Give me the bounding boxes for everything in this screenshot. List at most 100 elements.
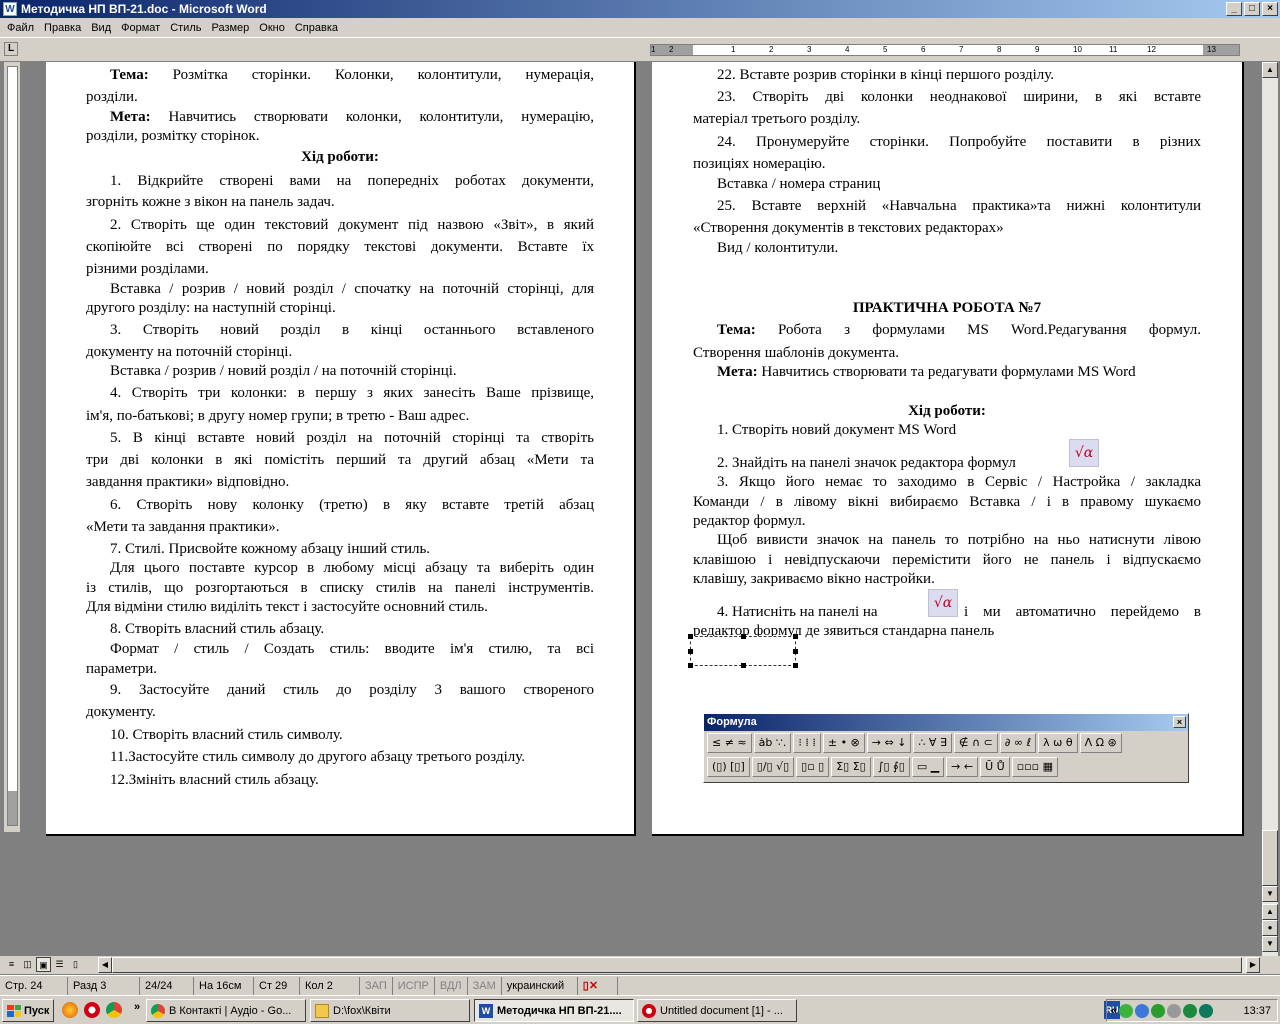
menu-style[interactable]: Стиль <box>165 22 206 34</box>
chrome-icon[interactable] <box>106 1002 122 1018</box>
integrals-palette[interactable]: ∫▯ ∮▯ <box>872 757 910 777</box>
opera-icon <box>642 1003 656 1018</box>
outline-view-icon[interactable]: ☰ <box>52 957 67 972</box>
scroll-left-arrow-icon[interactable]: ◀ <box>98 957 112 973</box>
left-step-6: 6. Створіть нову колонку (третю) в яку в… <box>110 497 594 513</box>
task-word[interactable]: W Методичка НП ВП-21.... <box>474 999 634 1022</box>
fences-palette[interactable]: (▯) [▯] <box>707 757 750 777</box>
quicklaunch-chevron-icon[interactable]: » <box>134 1001 140 1013</box>
ruler-tick: 2 <box>769 45 774 54</box>
tray-antivirus-icon[interactable] <box>1151 1003 1166 1018</box>
window-title: Методичка НП ВП-21.doc - Microsoft Word <box>21 2 267 16</box>
scroll-up-arrow-icon[interactable]: ▲ <box>1262 62 1278 78</box>
greek-upper-palette[interactable]: Λ Ω ⊛ <box>1079 733 1122 753</box>
left-step-1-cont: згорніть кожне з вікон на панель задач. <box>86 194 335 210</box>
equation-object[interactable] <box>688 634 798 668</box>
tab-selector[interactable]: L <box>4 42 18 56</box>
right-step-23-cont: матеріал третього розділу. <box>693 111 861 127</box>
status-page: Стр. 24 <box>0 976 68 995</box>
underbar-overbar-palette[interactable]: ▭ ▁ <box>911 757 945 777</box>
right-step-3-cont: редактор формул. <box>693 513 806 529</box>
firefox-icon[interactable] <box>62 1002 78 1018</box>
left-step-2-cont: скопіюйте всі створені по порядку тексто… <box>86 239 594 255</box>
start-button[interactable]: Пуск <box>2 999 54 1022</box>
menu-format[interactable]: Формат <box>116 22 165 34</box>
vertical-scrollbar[interactable]: ▲ ▼ ▲ ● ▼ <box>1262 62 1278 956</box>
left-step-12: 12.Змініть власний стиль абзацу. <box>110 772 319 788</box>
task-vkontakte[interactable]: В Контакті | Аудіо - Go... <box>146 999 306 1022</box>
menu-bar: Файл Правка Вид Формат Стиль Размер Окно… <box>0 18 1280 38</box>
left-insert-note: Вставка / розрив / новий розділ / спочат… <box>110 281 594 297</box>
matrix-palette[interactable]: ▫▫▫ ▦ <box>1011 757 1058 777</box>
formula-toolbar[interactable]: Формула × ≤ ≠ ≈ ȧb ∵. ⁝ ⁞ ⁞ ± • ⊗ → ⇔ ↓ … <box>703 713 1189 783</box>
task-label: Методичка НП ВП-21.... <box>497 1004 622 1017</box>
horizontal-ruler[interactable]: 1 2 1 2 3 4 5 6 7 8 9 10 11 12 13 <box>650 44 1240 56</box>
labeled-arrows-palette[interactable]: → ← <box>946 757 979 777</box>
scroll-thumb[interactable] <box>1262 830 1278 886</box>
logic-palette[interactable]: ∴ ∀ ∃ <box>913 733 952 753</box>
browse-object-icon[interactable]: ● <box>1262 920 1278 936</box>
status-ovr[interactable]: ЗАМ <box>468 976 502 995</box>
title-bar[interactable]: W Методичка НП ВП-21.doc - Microsoft Wor… <box>0 0 1280 18</box>
tray-network-icon[interactable] <box>1135 1003 1150 1018</box>
horizontal-scrollbar[interactable]: ◀ ▶ <box>98 957 1260 973</box>
print-view-icon[interactable]: ▣ <box>36 957 51 972</box>
menu-edit[interactable]: Правка <box>39 22 86 34</box>
spelling-status-icon[interactable]: ▯✕ <box>578 976 618 995</box>
close-icon[interactable]: × <box>1173 716 1186 728</box>
status-at: На 16см <box>194 976 254 995</box>
menu-window[interactable]: Окно <box>254 22 290 34</box>
next-page-icon[interactable]: ▼ <box>1262 936 1278 952</box>
task-opera-doc[interactable]: Untitled document [1] - ... <box>637 999 797 1022</box>
menu-view[interactable]: Вид <box>86 22 116 34</box>
tray-expand-icon[interactable]: « <box>1111 1005 1117 1017</box>
horizontal-scroll-thumb[interactable] <box>112 957 1242 973</box>
right-step-3-note-cont: клавішою і невідпускаючи перемістити йог… <box>693 552 1201 568</box>
restore-button[interactable]: □ <box>1244 2 1260 16</box>
arrows-palette[interactable]: → ⇔ ↓ <box>866 733 912 753</box>
menu-file[interactable]: Файл <box>2 22 39 34</box>
tray-volume-icon[interactable] <box>1167 1003 1182 1018</box>
formula-toolbar-title[interactable]: Формула × <box>704 714 1188 731</box>
close-button[interactable]: × <box>1262 2 1278 16</box>
subscripts-palette[interactable]: ▯▫ ▯ <box>796 757 830 777</box>
status-bar: Стр. 24 Разд 3 24/24 На 16см Ст 29 Кол 2… <box>0 975 1280 995</box>
prev-page-icon[interactable]: ▲ <box>1262 904 1278 920</box>
clock[interactable]: 13:37 <box>1243 1005 1277 1017</box>
web-view-icon[interactable]: ◫ <box>20 957 35 972</box>
spaces-palette[interactable]: ȧb ∵. <box>753 733 792 753</box>
scroll-right-arrow-icon[interactable]: ▶ <box>1246 957 1260 973</box>
reading-view-icon[interactable]: ▯ <box>68 957 83 972</box>
horizontal-scroll-row: ≡ ◫ ▣ ☰ ▯ ◀ ▶ <box>0 956 1280 974</box>
right-step-3-note: Щоб вивисти значок на панель то потрібно… <box>717 532 1201 548</box>
left-step-5-cont: завдання практики» відповідно. <box>86 474 290 490</box>
status-rec[interactable]: ЗАП <box>360 976 393 995</box>
status-ext[interactable]: ВДЛ <box>435 976 468 995</box>
left-insert-note-2: Вставка / розрив / новий розділ / на пот… <box>110 363 457 379</box>
summation-palette[interactable]: Σ▯ Σ▯ <box>831 757 871 777</box>
tray-check-icon[interactable] <box>1119 1003 1134 1018</box>
status-pages: 24/24 <box>140 976 194 995</box>
operators-palette[interactable]: ± • ⊗ <box>822 733 865 753</box>
relations-palette[interactable]: ≤ ≠ ≈ <box>707 733 752 753</box>
products-palette[interactable]: Ū Ů <box>980 757 1010 777</box>
minimize-button[interactable]: _ <box>1226 2 1242 16</box>
task-folder[interactable]: D:\fox\Квіти <box>310 999 470 1022</box>
document-area[interactable]: Тема: Розмітка сторінки. Колонки, колонт… <box>22 62 1262 956</box>
scroll-down-arrow-icon[interactable]: ▼ <box>1262 886 1278 902</box>
menu-size[interactable]: Размер <box>206 22 254 34</box>
set-theory-palette[interactable]: ∉ ∩ ⊂ <box>953 733 998 753</box>
status-language[interactable]: украинский <box>502 976 578 995</box>
vertical-ruler[interactable] <box>4 62 20 832</box>
opera-icon[interactable] <box>84 1002 100 1018</box>
status-trk[interactable]: ИСПР <box>393 976 435 995</box>
fractions-radicals-palette[interactable]: ▯/▯ √▯ <box>751 757 795 777</box>
normal-view-icon[interactable]: ≡ <box>4 957 19 972</box>
menu-help[interactable]: Справка <box>290 22 343 34</box>
tray-app-icon[interactable] <box>1199 1003 1214 1018</box>
tray-app-icon[interactable] <box>1183 1003 1198 1018</box>
embellishments-palette[interactable]: ⁝ ⁞ ⁞ <box>793 733 821 753</box>
greek-lower-palette[interactable]: λ ω θ <box>1038 733 1078 753</box>
misc-symbols-palette[interactable]: ∂ ∞ ℓ <box>999 733 1037 753</box>
formula-title-label: Формула <box>707 716 757 728</box>
